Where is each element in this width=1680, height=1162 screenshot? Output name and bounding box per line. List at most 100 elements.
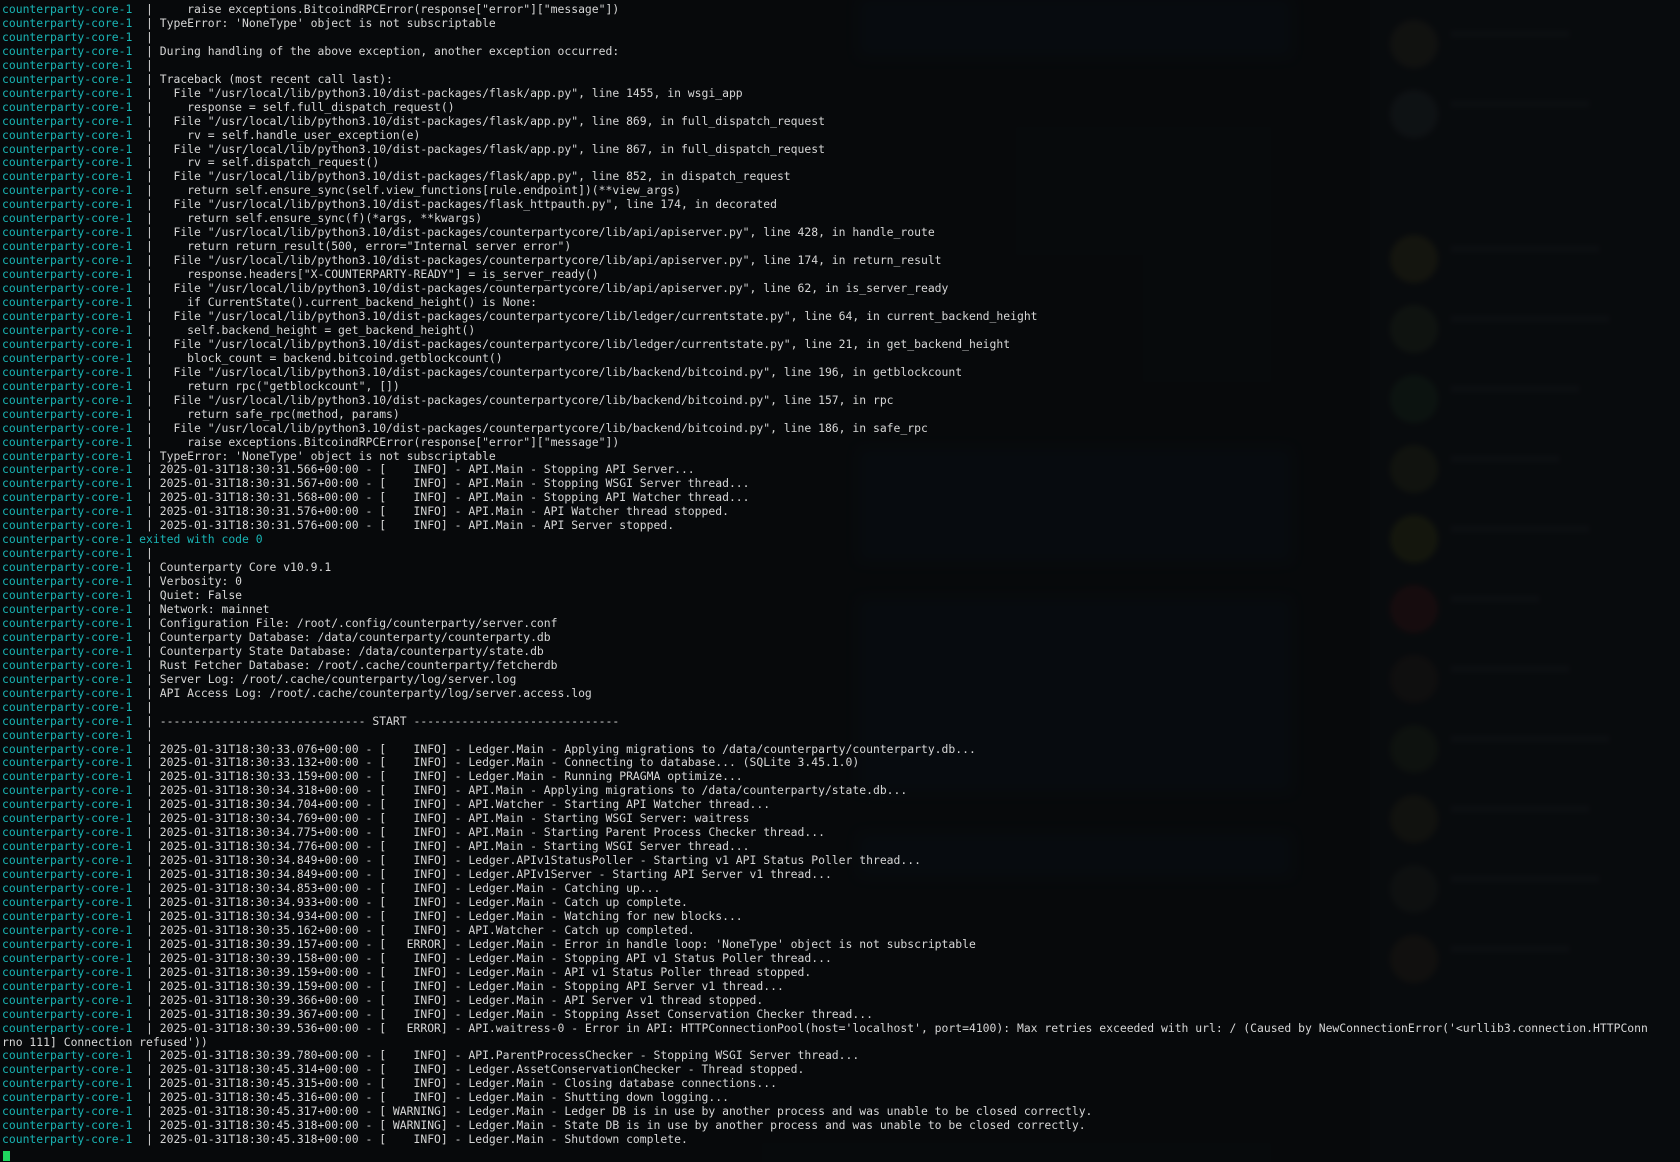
log-line: counterparty-core-1 | return self.ensure… xyxy=(0,212,1680,226)
log-line: counterparty-core-1 | File "/usr/local/l… xyxy=(0,115,1680,129)
log-message: 2025-01-31T18:30:45.315+00:00 - [ INFO] … xyxy=(159,1077,777,1091)
service-prefix: counterparty-core-1 xyxy=(2,1007,133,1021)
log-message: During handling of the above exception, … xyxy=(159,44,620,58)
log-line: counterparty-core-1 | 2025-01-31T18:30:3… xyxy=(0,1022,1680,1036)
log-line: counterparty-core-1 | Counterparty Datab… xyxy=(0,631,1680,645)
log-separator: | xyxy=(132,379,160,393)
service-prefix: counterparty-core-1 xyxy=(2,421,133,435)
log-message: Configuration File: /root/.config/counte… xyxy=(159,616,558,630)
service-prefix: counterparty-core-1 xyxy=(2,379,133,393)
log-separator: | xyxy=(132,923,160,937)
log-message: 2025-01-31T18:30:31.576+00:00 - [ INFO] … xyxy=(159,505,729,519)
log-line: counterparty-core-1 | rv = self.handle_u… xyxy=(0,129,1680,143)
service-prefix: counterparty-core-1 xyxy=(2,951,133,965)
service-prefix: counterparty-core-1 xyxy=(2,212,133,226)
log-separator: | xyxy=(132,337,160,351)
service-prefix: counterparty-core-1 xyxy=(2,672,133,686)
log-message: 2025-01-31T18:30:34.849+00:00 - [ INFO] … xyxy=(159,868,832,882)
log-line: counterparty-core-1 | File "/usr/local/l… xyxy=(0,87,1680,101)
log-separator: | xyxy=(132,477,160,491)
log-message: 2025-01-31T18:30:34.933+00:00 - [ INFO] … xyxy=(159,896,688,909)
service-prefix: counterparty-core-1 xyxy=(2,128,133,142)
log-line: counterparty-core-1 | 2025-01-31T18:30:4… xyxy=(0,1119,1680,1133)
log-line: counterparty-core-1 | block_count = back… xyxy=(0,352,1680,366)
service-prefix: counterparty-core-1 xyxy=(2,282,133,296)
log-message: Server Log: /root/.cache/counterparty/lo… xyxy=(159,672,517,686)
log-message: 2025-01-31T18:30:34.853+00:00 - [ INFO] … xyxy=(159,882,661,896)
log-separator: | xyxy=(132,170,160,184)
log-message: 2025-01-31T18:30:39.157+00:00 - [ ERROR]… xyxy=(159,937,976,951)
log-line: counterparty-core-1 | rv = self.dispatch… xyxy=(0,156,1680,170)
service-prefix: counterparty-core-1 xyxy=(2,323,133,337)
service-prefix: counterparty-core-1 xyxy=(2,979,133,993)
log-separator: | xyxy=(132,184,160,198)
log-line: counterparty-core-1 | 2025-01-31T18:30:3… xyxy=(0,519,1680,533)
log-message: 2025-01-31T18:30:33.132+00:00 - [ INFO] … xyxy=(159,756,860,770)
service-prefix: counterparty-core-1 xyxy=(2,812,133,826)
log-separator: | xyxy=(132,882,160,896)
log-line: counterparty-core-1 | TypeError: 'NoneTy… xyxy=(0,450,1680,464)
log-message: 2025-01-31T18:30:33.076+00:00 - [ INFO] … xyxy=(159,742,976,756)
service-prefix: counterparty-core-1 xyxy=(2,72,133,86)
service-prefix: counterparty-core-1 xyxy=(2,44,133,58)
log-line: counterparty-core-1 | Counterparty Core … xyxy=(0,561,1680,575)
log-message: 2025-01-31T18:30:39.159+00:00 - [ INFO] … xyxy=(159,979,784,993)
service-prefix: counterparty-core-1 xyxy=(2,170,133,184)
log-line: counterparty-core-1 | 2025-01-31T18:30:3… xyxy=(0,980,1680,994)
log-line: counterparty-core-1 | 2025-01-31T18:30:3… xyxy=(0,966,1680,980)
terminal-window[interactable]: counterparty-core-1 | raise exceptions.B… xyxy=(0,0,1680,1162)
log-line: counterparty-core-1 | 2025-01-31T18:30:3… xyxy=(0,994,1680,1008)
log-separator: | xyxy=(132,393,160,407)
service-prefix: counterparty-core-1 xyxy=(2,686,133,700)
exit-message: exited with code 0 xyxy=(139,533,263,547)
log-line: counterparty-core-1 | xyxy=(0,59,1680,73)
log-line: rno 111] Connection refused')) xyxy=(0,1036,1680,1050)
log-separator: | xyxy=(132,700,160,714)
log-message: File "/usr/local/lib/python3.10/dist-pac… xyxy=(159,142,825,156)
log-separator: | xyxy=(132,519,160,533)
log-message: 2025-01-31T18:30:39.159+00:00 - [ INFO] … xyxy=(159,965,812,979)
log-line: counterparty-core-1 | 2025-01-31T18:30:3… xyxy=(0,1049,1680,1063)
log-message: 2025-01-31T18:30:45.314+00:00 - [ INFO] … xyxy=(159,1063,805,1077)
log-message: File "/usr/local/lib/python3.10/dist-pac… xyxy=(159,226,935,240)
log-line: counterparty-core-1 | 2025-01-31T18:30:3… xyxy=(0,826,1680,840)
log-separator: | xyxy=(132,86,160,100)
log-separator: | xyxy=(132,72,160,86)
log-separator: | xyxy=(132,965,160,979)
service-prefix: counterparty-core-1 xyxy=(2,602,133,616)
service-prefix: counterparty-core-1 xyxy=(2,254,133,268)
log-separator: | xyxy=(132,30,160,44)
log-line: counterparty-core-1 | File "/usr/local/l… xyxy=(0,198,1680,212)
service-prefix: counterparty-core-1 xyxy=(2,435,133,449)
log-separator: | xyxy=(132,798,160,812)
log-line: counterparty-core-1 | response.headers["… xyxy=(0,268,1680,282)
log-line: counterparty-core-1 | 2025-01-31T18:30:3… xyxy=(0,868,1680,882)
log-line: counterparty-core-1 | return rpc("getblo… xyxy=(0,380,1680,394)
log-message: 2025-01-31T18:30:34.704+00:00 - [ INFO] … xyxy=(159,798,771,812)
log-message: ------------------------------ START ---… xyxy=(159,714,620,728)
service-prefix: counterparty-core-1 xyxy=(2,854,133,868)
log-message: return return_result(500, error="Interna… xyxy=(159,240,572,254)
log-message: Counterparty State Database: /data/count… xyxy=(159,644,544,658)
log-line: counterparty-core-1 | 2025-01-31T18:30:3… xyxy=(0,952,1680,966)
service-prefix: counterparty-core-1 xyxy=(2,658,133,672)
service-prefix: counterparty-core-1 xyxy=(2,784,133,798)
log-line: counterparty-core-1 | File "/usr/local/l… xyxy=(0,282,1680,296)
log-separator: | xyxy=(132,198,160,212)
service-prefix: counterparty-core-1 xyxy=(2,393,133,407)
log-separator: | xyxy=(132,784,160,798)
log-message: 2025-01-31T18:30:34.769+00:00 - [ INFO] … xyxy=(159,812,750,826)
log-separator: | xyxy=(132,714,160,728)
log-separator: | xyxy=(132,561,160,575)
service-prefix: counterparty-core-1 xyxy=(2,1091,133,1105)
log-separator: | xyxy=(132,1049,160,1063)
log-message: raise exceptions.BitcoindRPCError(respon… xyxy=(159,435,620,449)
log-message: response = self.full_dispatch_request() xyxy=(159,100,455,114)
log-message: rv = self.handle_user_exception(e) xyxy=(159,128,421,142)
log-separator: | xyxy=(132,323,160,337)
log-separator: | xyxy=(132,1077,160,1091)
service-prefix: counterparty-core-1 xyxy=(2,491,133,505)
log-line: counterparty-core-1 | 2025-01-31T18:30:3… xyxy=(0,910,1680,924)
log-separator: | xyxy=(132,1021,160,1035)
log-line: counterparty-core-1 | 2025-01-31T18:30:3… xyxy=(0,770,1680,784)
